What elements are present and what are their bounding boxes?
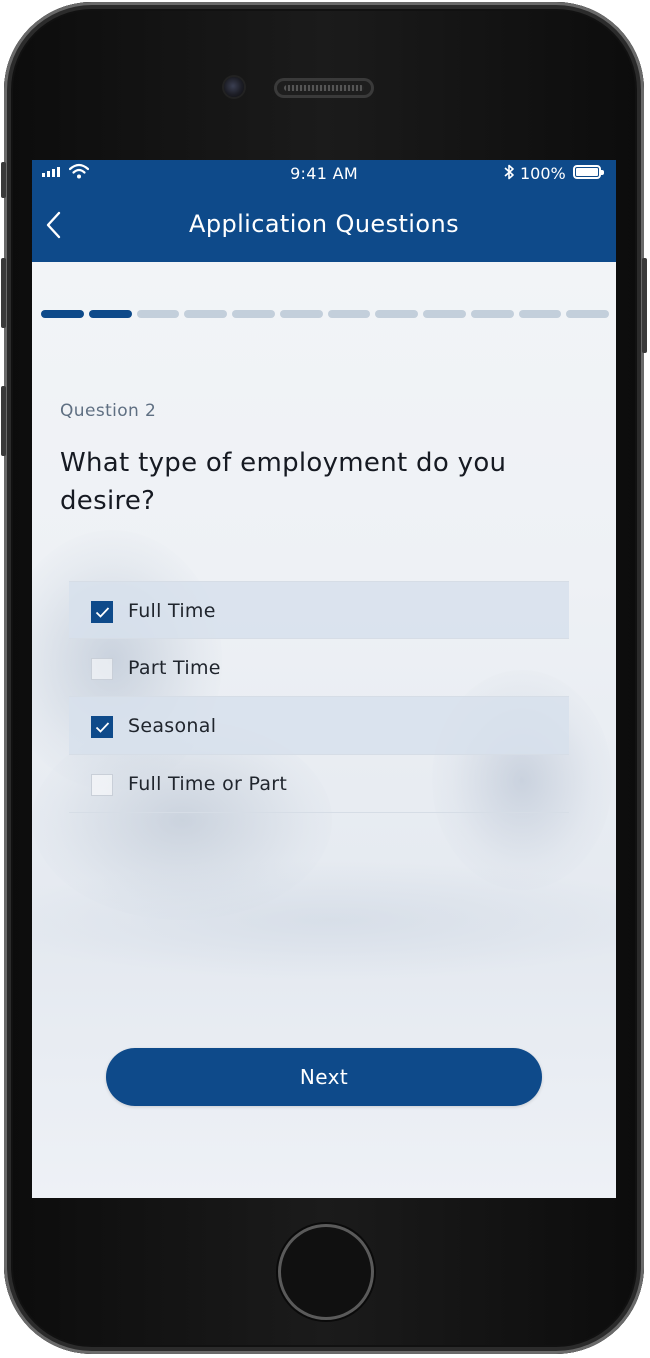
bluetooth-icon — [504, 164, 514, 180]
home-button[interactable] — [278, 1224, 374, 1320]
status-bar: 9:41 AM 100% — [32, 160, 616, 186]
progress-step-pending — [136, 310, 180, 318]
checkmark-icon — [95, 722, 110, 733]
checkbox[interactable] — [91, 774, 113, 796]
progress-step-complete — [88, 310, 132, 318]
question-progress-bar — [41, 310, 609, 318]
volume-up-button — [1, 258, 6, 328]
employment-options-list: Full Time Part Time Seasonal Full Time o… — [69, 581, 569, 813]
volume-down-button — [1, 386, 6, 456]
power-button — [642, 258, 647, 353]
question-text: What type of employment do you desire? — [60, 448, 507, 516]
mute-switch — [1, 162, 6, 198]
earpiece-speaker — [274, 78, 374, 98]
battery-percentage: 100% — [520, 164, 566, 183]
progress-step-complete — [41, 310, 84, 318]
checkbox[interactable] — [91, 716, 113, 738]
option-label: Seasonal — [128, 715, 217, 737]
progress-step-pending — [232, 310, 275, 318]
progress-step-pending — [518, 310, 562, 318]
option-full-time[interactable]: Full Time — [69, 581, 569, 639]
checkbox[interactable] — [91, 601, 113, 623]
checkbox[interactable] — [91, 658, 113, 680]
option-seasonal[interactable]: Seasonal — [69, 697, 569, 755]
checkmark-icon — [95, 607, 110, 618]
question-number: Question 2 — [60, 401, 157, 421]
option-label: Full Time — [128, 600, 216, 622]
option-full-time-or-part[interactable]: Full Time or Part — [69, 755, 569, 813]
progress-step-pending — [327, 310, 371, 318]
option-part-time[interactable]: Part Time — [69, 639, 569, 697]
navigation-bar: Application Questions — [32, 186, 616, 262]
page-title: Application Questions — [189, 210, 459, 238]
progress-step-pending — [423, 310, 466, 318]
progress-step-pending — [184, 310, 227, 318]
front-camera — [224, 77, 244, 97]
option-label: Part Time — [128, 657, 221, 679]
progress-step-pending — [279, 310, 323, 318]
progress-step-pending — [470, 310, 514, 318]
battery-icon — [573, 165, 604, 179]
next-button[interactable]: Next — [106, 1048, 542, 1106]
app-screen: 9:41 AM 100% Application Questions Quest… — [32, 160, 616, 1198]
option-label: Full Time or Part — [128, 773, 288, 795]
progress-step-pending — [566, 310, 609, 318]
progress-step-pending — [375, 310, 418, 318]
